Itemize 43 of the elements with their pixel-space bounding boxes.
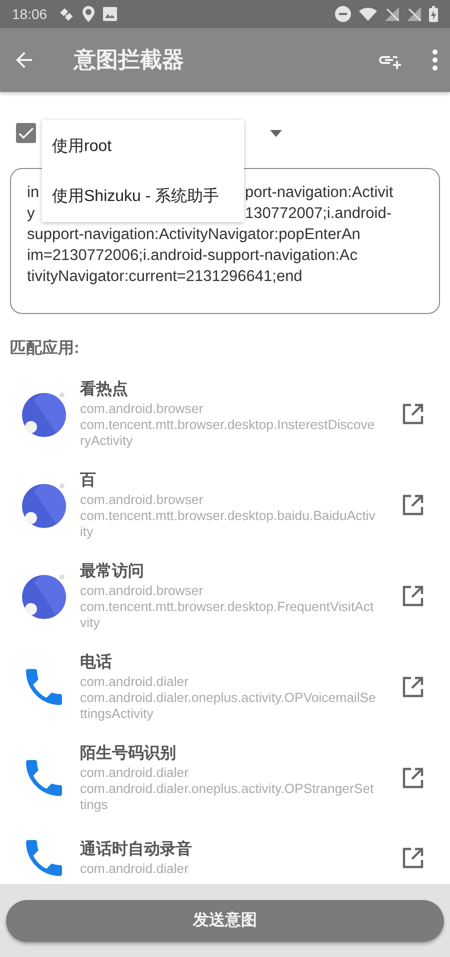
checkbox[interactable] xyxy=(16,123,36,143)
open-external-icon[interactable] xyxy=(402,403,424,425)
dropdown-caret-icon[interactable] xyxy=(270,130,282,136)
screen-title: 意图拦截器 xyxy=(74,46,185,74)
browser-icon xyxy=(20,390,68,438)
satellite-icon xyxy=(59,6,74,22)
section-label: 匹配应用: xyxy=(9,338,80,359)
do-not-disturb-icon xyxy=(335,6,351,22)
open-external-icon[interactable] xyxy=(402,767,424,789)
status-time: 18:06 xyxy=(12,6,48,22)
more-options-icon[interactable] xyxy=(432,49,438,71)
location-icon xyxy=(82,6,96,22)
app-title: 百 xyxy=(80,471,97,491)
menu-option[interactable]: 使用Shizuku - 系统助手 xyxy=(42,171,244,221)
no-signal-icon xyxy=(385,7,399,21)
send-button[interactable]: 发送意图 xyxy=(6,900,444,942)
package-name: com.android.dialer xyxy=(80,765,190,781)
activity-name: com.android.dialer.oneplus.activity.OPStrangerSettings xyxy=(80,781,375,813)
menu-option[interactable]: 使用root xyxy=(42,121,244,171)
open-external-icon[interactable] xyxy=(402,676,424,698)
package-name: com.android.dialer xyxy=(80,861,190,877)
package-name: com.android.browser xyxy=(80,492,204,508)
open-external-icon[interactable] xyxy=(402,494,424,516)
browser-icon xyxy=(20,481,68,529)
no-signal-icon xyxy=(407,7,421,21)
activity-name: com.tencent.mtt.browser.desktop.InsterestDiscoveryActivity xyxy=(80,417,376,449)
app-title: 电话 xyxy=(80,652,113,673)
image-icon xyxy=(103,7,118,21)
app-title: 看热点 xyxy=(80,379,129,400)
activity-name: com.tencent.mtt.browser.desktop.baidu.BaiduActivity xyxy=(80,508,376,540)
app-title: 最常访问 xyxy=(80,561,145,582)
browser-icon xyxy=(20,572,68,620)
package-name: com.android.dialer xyxy=(80,674,190,690)
activity-name: com.tencent.mtt.browser.desktop.FrequentVisitActvity xyxy=(80,599,375,631)
package-name: com.android.browser xyxy=(80,583,204,599)
open-external-icon[interactable] xyxy=(402,847,424,869)
app-title: 通话时自动录音 xyxy=(80,839,193,860)
battery-icon xyxy=(429,6,438,22)
package-name: com.android.browser xyxy=(80,401,204,417)
open-external-icon[interactable] xyxy=(402,585,424,607)
activity-name: com.android.dialer.oneplus.activity.OPVoicemailSettingsActivity xyxy=(80,690,376,722)
app-title: 陌生号码识别 xyxy=(80,744,177,764)
wifi-icon xyxy=(359,7,377,21)
